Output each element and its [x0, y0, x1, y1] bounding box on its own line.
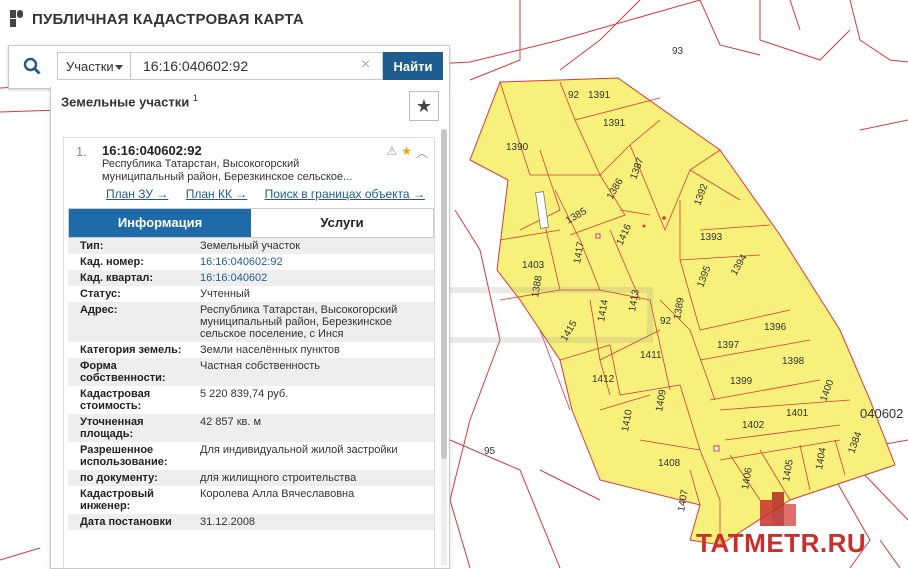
property-row: Разрешенное использование: Для индивидуал…	[68, 442, 434, 470]
map-parcel-label: 1396	[764, 322, 787, 333]
search-bar: Участки × Найти	[8, 45, 450, 89]
clear-icon[interactable]: ×	[361, 57, 370, 73]
find-button[interactable]: Найти	[383, 52, 443, 80]
property-row: по документу: для жилищного строительства	[68, 470, 434, 486]
result-actions: ⚠ ★ ︿	[386, 144, 428, 161]
property-row: Уточненная площадь: 42 857 кв. м	[68, 414, 434, 442]
warning-icon[interactable]: ⚠	[386, 144, 397, 161]
object-type-select[interactable]: Участки	[57, 52, 131, 80]
property-value: Для индивидуальной жилой застройки	[200, 444, 398, 456]
property-value: для жилищного строительства	[200, 472, 357, 484]
property-value: 16:16:040602:92	[188, 254, 434, 270]
tab-info[interactable]: Информация	[69, 209, 251, 237]
property-key: Кадастровый инженер:	[80, 488, 154, 512]
map-parcel-label: 1390	[506, 142, 529, 153]
property-key: Кадастровая стоимость:	[80, 388, 151, 412]
property-key: Кад. квартал:	[80, 272, 154, 284]
map-parcel-label: 1412	[592, 374, 615, 385]
property-key: Кад. номер:	[80, 256, 144, 268]
property-key: Категория земель:	[80, 344, 182, 356]
results-title: Земельные участки	[61, 94, 190, 110]
property-value: 16:16:040602	[188, 270, 434, 286]
object-type-label: Участки	[66, 59, 114, 74]
property-key: Дата постановки	[80, 516, 172, 528]
search-input[interactable]	[131, 52, 383, 80]
favorite-star-icon[interactable]: ★	[401, 144, 412, 161]
property-value: 31.12.2008	[200, 516, 256, 528]
property-key: Разрешенное использование:	[80, 444, 168, 468]
property-value: Республика Татарстан, Высокогорский муни…	[200, 304, 398, 340]
map-parcel-label: 95	[484, 446, 496, 457]
property-value: 5 220 839,74 руб.	[200, 388, 289, 400]
chevron-up-icon[interactable]: ︿	[416, 144, 428, 161]
property-row: Форма собственности: Частная собственност…	[68, 358, 434, 386]
results-count: 1	[192, 93, 198, 103]
link-search-in-bounds[interactable]: Поиск в границах объекта →	[265, 187, 425, 201]
map-parcel-label: 92	[660, 316, 672, 327]
property-row: Статус: Учтенный	[68, 286, 434, 302]
property-key: Форма собственности:	[80, 360, 166, 384]
link-plan-zu[interactable]: План ЗУ →	[106, 187, 168, 201]
property-row: Кадастровая стоимость: 5 220 839,74 руб.	[68, 386, 434, 414]
map-parcel-label: 1398	[782, 356, 805, 367]
star-icon: ★	[415, 95, 433, 116]
link-plan-kk[interactable]: План КК →	[186, 187, 248, 201]
property-link[interactable]: 16:16:040602	[200, 272, 267, 284]
property-value: Частная собственность	[200, 360, 321, 372]
results-scrollbar[interactable]	[441, 129, 447, 565]
map-parcel-label: 1411	[640, 350, 662, 361]
result-address: Республика Татарстан, Высокогорский муни…	[102, 158, 353, 183]
property-row: Кад. квартал: 16:16:040602	[68, 270, 434, 286]
result-cadastral-id[interactable]: 16:16:040602:92	[102, 143, 202, 158]
map-parcel-label: 1391	[603, 118, 626, 129]
property-row: Категория земель: Земли населённых пункто…	[68, 342, 434, 358]
map-parcel-label: 1408	[658, 458, 681, 469]
properties-table: Тип: Земельный участок Кад. номер: 16:16:04…	[68, 238, 434, 530]
tatmetr-logo-icon	[760, 492, 796, 526]
property-value: 42 857 кв. м	[200, 416, 262, 428]
map-parcel-label: 1403	[522, 260, 545, 271]
map-parcel-label: 1402	[742, 420, 765, 431]
page-title: ПУБЛИЧНАЯ КАДАСТРОВАЯ КАРТА	[32, 10, 304, 28]
property-row: Кад. номер: 16:16:040602:92	[68, 254, 434, 270]
map-parcel-label: 040602	[860, 406, 903, 421]
result-card: 1. 16:16:040602:92 Республика Татарстан,…	[63, 137, 435, 568]
search-icon[interactable]	[23, 57, 41, 75]
result-links: План ЗУ → План КК → Поиск в границах объ…	[106, 187, 434, 201]
property-key: Уточненная площадь:	[80, 416, 144, 440]
property-link[interactable]: 16:16:040602:92	[200, 256, 283, 268]
property-key: Тип:	[80, 240, 104, 252]
property-key: Адрес:	[80, 304, 118, 316]
map-parcel-label: 1393	[700, 232, 723, 243]
property-row: Дата постановки 31.12.2008	[68, 514, 434, 530]
watermark-text: TATMETR.RU	[696, 528, 867, 558]
results-panel: Земельные участки 1 ★ 1. 16:16:040602:92…	[50, 87, 450, 569]
result-tabs: Информация Услуги	[68, 208, 434, 238]
property-row: Кадастровый инженер: Королева Алла Вячесл…	[68, 486, 434, 514]
map-parcel-label: 1397	[717, 340, 740, 351]
property-value: Королева Алла Вячеславовна	[200, 488, 355, 500]
map-parcel-label: 92	[568, 90, 580, 101]
property-row: Адрес: Республика Татарстан, Высокогорски…	[68, 302, 434, 342]
app-header: ПУБЛИЧНАЯ КАДАСТРОВАЯ КАРТА	[10, 10, 304, 28]
rosreestr-logo-icon	[10, 10, 23, 27]
map-parcel-label: 1399	[730, 376, 753, 387]
property-value: Учтенный	[200, 288, 250, 300]
property-key: Статус:	[80, 288, 121, 300]
results-heading: Земельные участки 1	[61, 93, 198, 109]
property-value: Земли населённых пунктов	[200, 344, 340, 356]
tab-services[interactable]: Услуги	[251, 209, 433, 237]
property-row: Тип: Земельный участок	[68, 238, 434, 254]
map-parcel-label: 1391	[588, 90, 611, 101]
map-parcel-label: 93	[672, 46, 684, 57]
result-number: 1.	[76, 144, 87, 159]
scroll-thumb[interactable]	[441, 129, 447, 459]
property-key: по документу:	[80, 472, 158, 484]
map-parcel-label: 1401	[786, 408, 809, 419]
favorites-button[interactable]: ★	[409, 91, 439, 121]
chevron-down-icon	[115, 65, 123, 70]
property-value: Земельный участок	[200, 240, 301, 252]
